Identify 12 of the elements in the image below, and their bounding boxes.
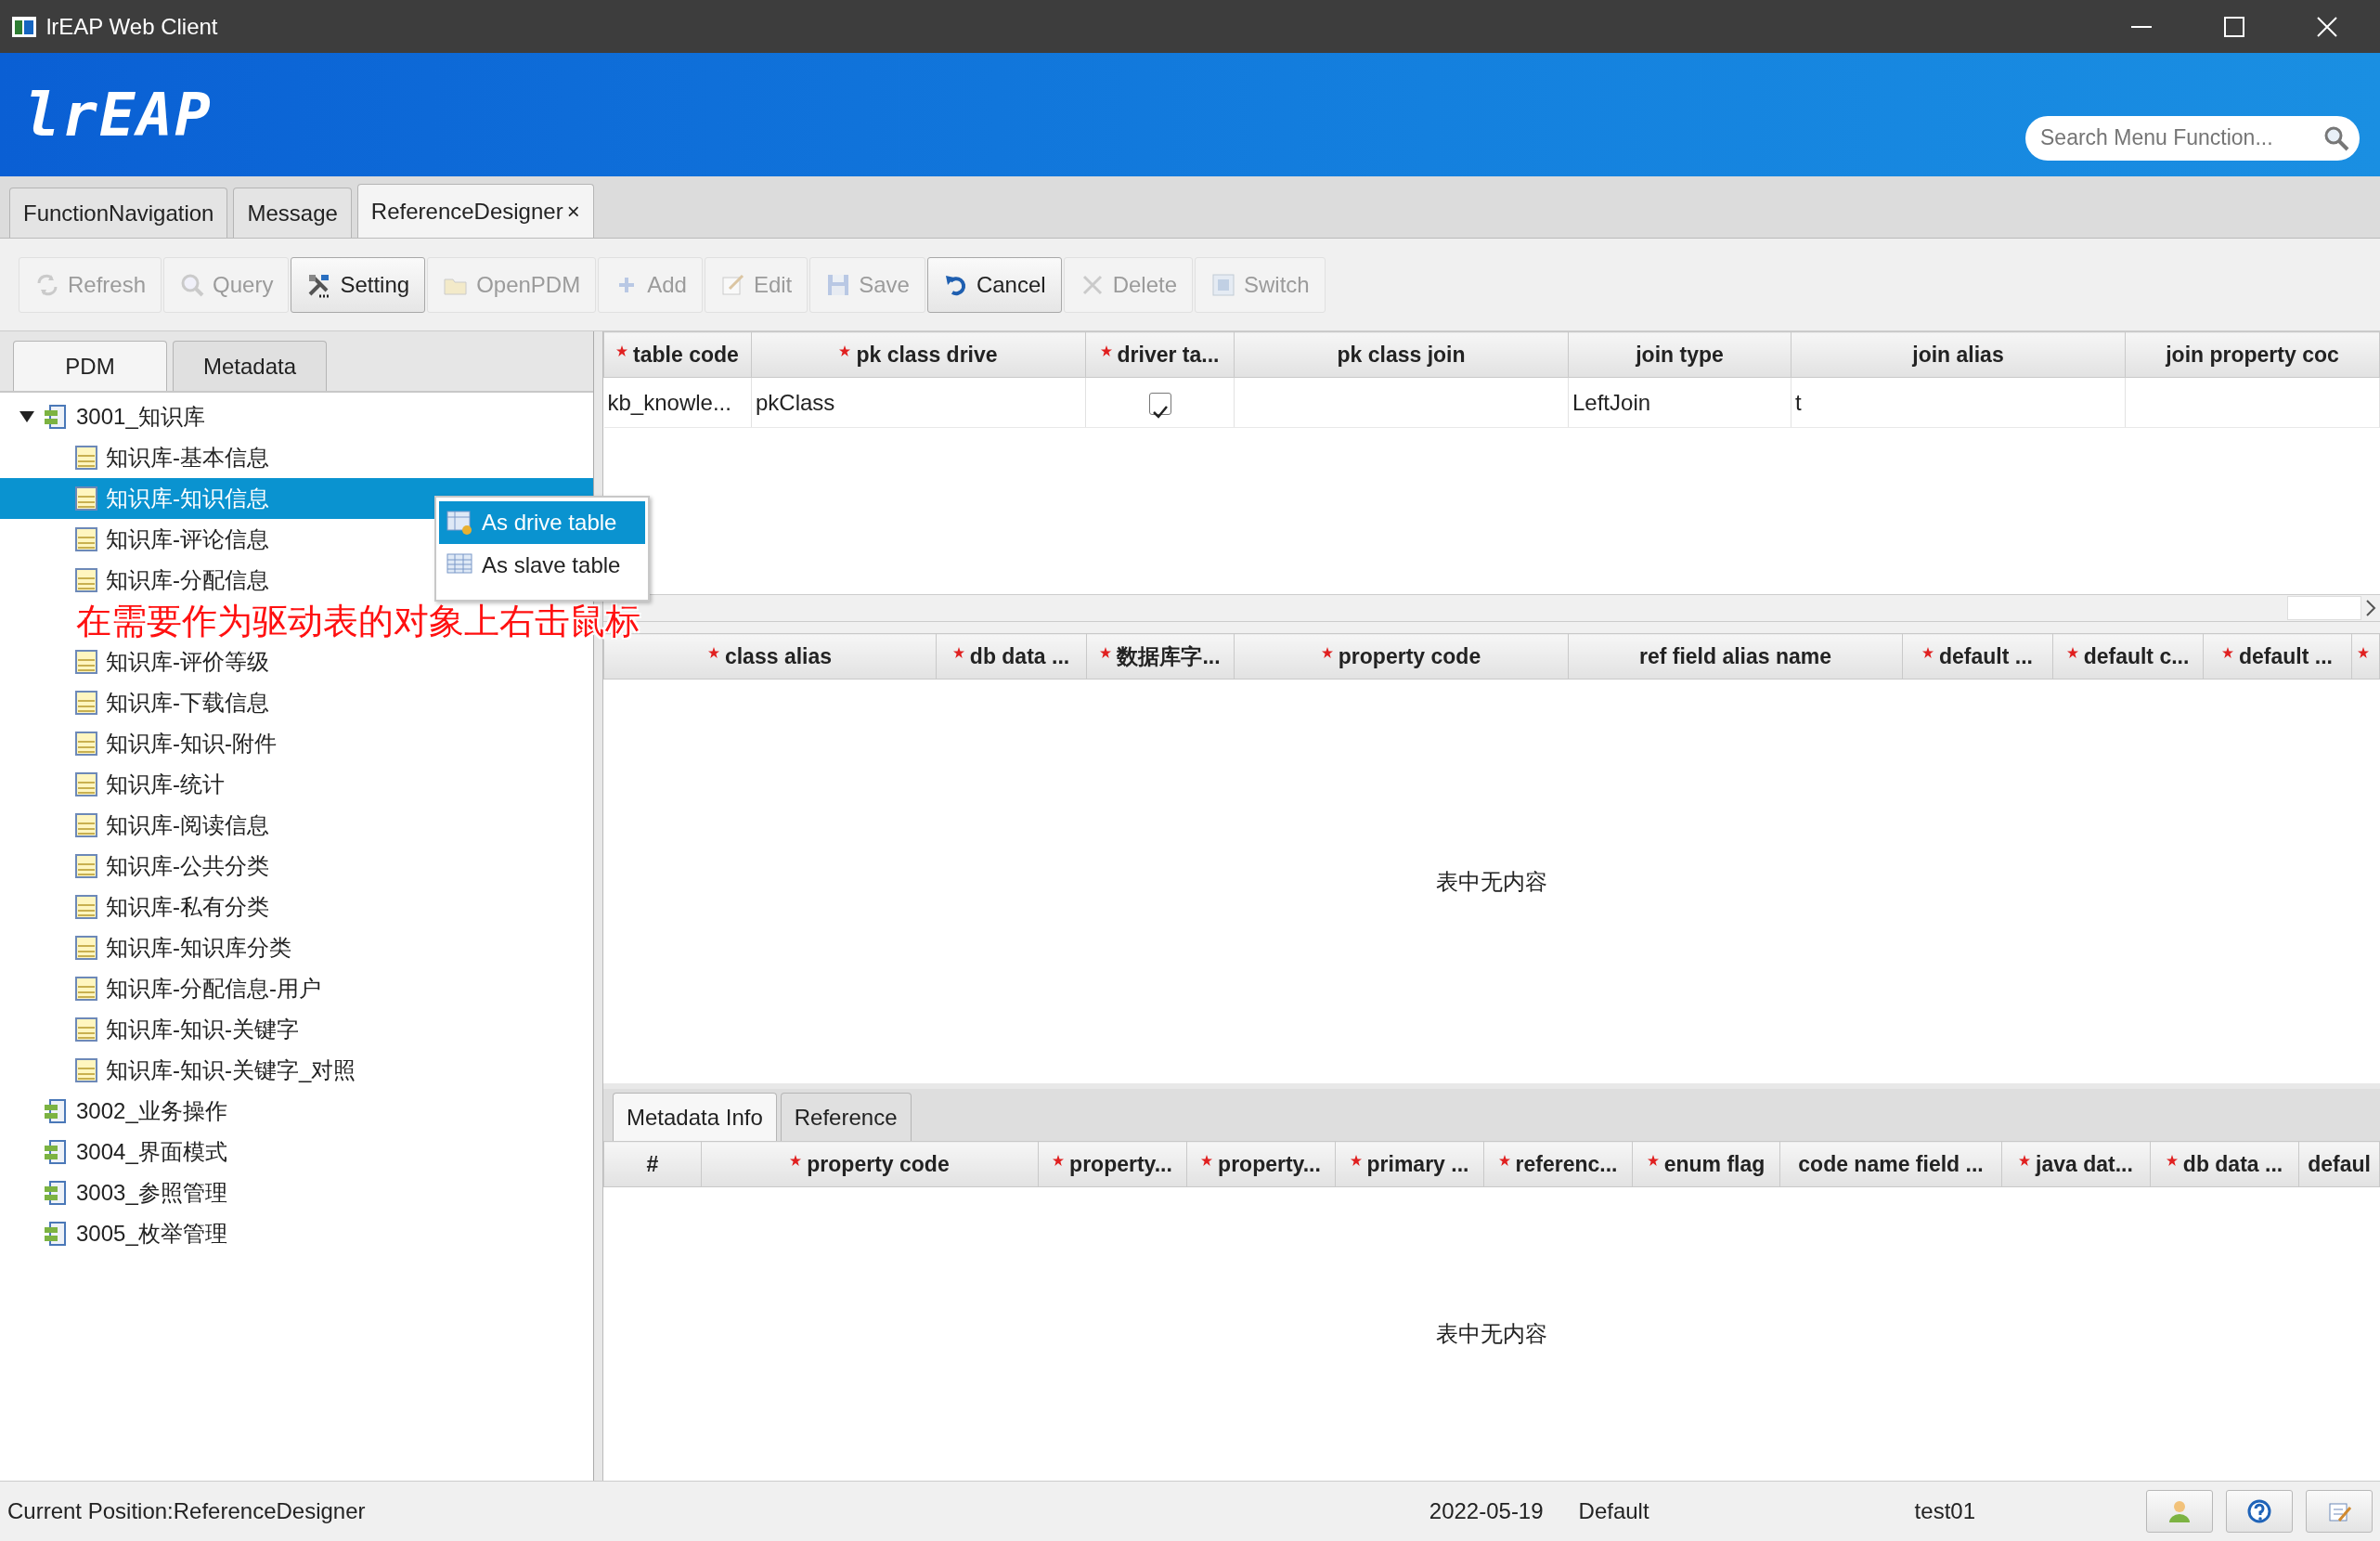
status-text: Current Position:ReferenceDesigner [7,1497,367,1525]
table-cell: kb_knowle... [603,377,752,428]
window-title: lrEAP Web Client [46,12,219,41]
status-date: 2022-05-19 [1429,1497,1544,1525]
empty-message: 表中无内容 [1436,867,1547,896]
status-theme: Default [1578,1497,1649,1525]
empty-message: 表中无内容 [1436,1320,1547,1348]
status-user: test01 [1914,1497,1975,1525]
table-cell: pkClass [751,377,1086,428]
logo: lrEAP [24,79,213,151]
table-cell: LeftJoin [1568,377,1791,428]
table-cell: t [1791,377,2126,428]
